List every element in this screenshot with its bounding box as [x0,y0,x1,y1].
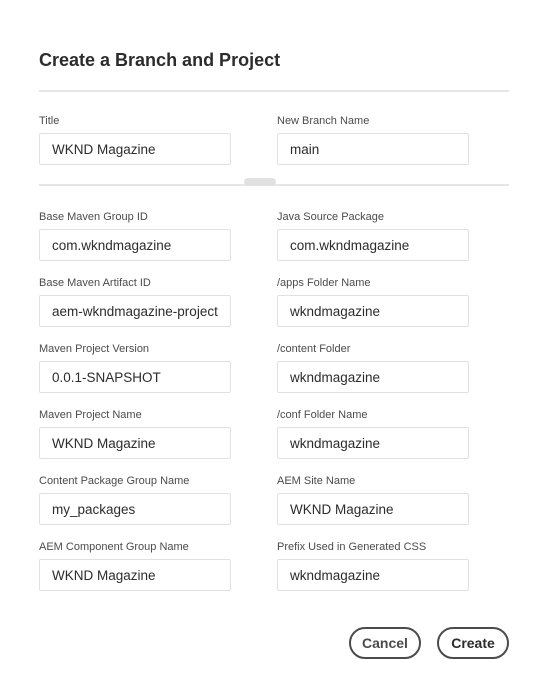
maven-project-name-input[interactable] [39,427,231,459]
new-branch-name-input[interactable] [277,133,469,165]
java-source-package-field: Java Source Package [277,210,469,261]
maven-project-version-field: Maven Project Version [39,342,231,393]
create-button[interactable]: Create [437,627,509,659]
java-source-package-label: Java Source Package [277,211,385,223]
maven-project-version-label: Maven Project Version [39,343,150,355]
title-field: Title [39,114,231,165]
aem-component-group-name-label: AEM Component Group Name [39,541,189,553]
css-prefix-label: Prefix Used in Generated CSS [277,541,427,553]
base-maven-artifact-id-input[interactable] [39,295,231,327]
new-branch-name-field: New Branch Name [277,114,469,165]
section-drag-handle[interactable] [244,178,276,186]
maven-project-name-label: Maven Project Name [39,409,142,421]
aem-component-group-name-input[interactable] [39,559,231,591]
aem-site-name-field: AEM Site Name [277,474,469,525]
cancel-button[interactable]: Cancel [349,627,421,659]
content-folder-field: /content Folder [277,342,469,393]
css-prefix-field: Prefix Used in Generated CSS [277,540,469,591]
maven-project-name-field: Maven Project Name [39,408,231,459]
apps-folder-name-field: /apps Folder Name [277,276,469,327]
conf-folder-name-label: /conf Folder Name [277,409,368,421]
base-maven-artifact-id-label: Base Maven Artifact ID [39,277,151,289]
java-source-package-input[interactable] [277,229,469,261]
maven-project-version-input[interactable] [39,361,231,393]
content-folder-input[interactable] [277,361,469,393]
base-maven-group-id-input[interactable] [39,229,231,261]
dialog-title: Create a Branch and Project [39,50,281,70]
title-divider [39,90,509,92]
conf-folder-name-input[interactable] [277,427,469,459]
aem-site-name-label: AEM Site Name [277,475,356,487]
content-folder-label: /content Folder [277,343,351,355]
new-branch-name-label: New Branch Name [277,115,370,127]
content-package-group-name-input[interactable] [39,493,231,525]
create-branch-project-dialog: Create a Branch and Project Title New Br… [0,0,548,697]
base-maven-group-id-label: Base Maven Group ID [39,211,148,223]
title-input[interactable] [39,133,231,165]
aem-site-name-input[interactable] [277,493,469,525]
base-maven-artifact-id-field: Base Maven Artifact ID [39,276,231,327]
title-label: Title [39,115,60,127]
apps-folder-name-label: /apps Folder Name [277,277,371,289]
content-package-group-name-field: Content Package Group Name [39,474,231,525]
base-maven-group-id-field: Base Maven Group ID [39,210,231,261]
aem-component-group-name-field: AEM Component Group Name [39,540,231,591]
conf-folder-name-field: /conf Folder Name [277,408,469,459]
apps-folder-name-input[interactable] [277,295,469,327]
content-package-group-name-label: Content Package Group Name [39,475,190,487]
css-prefix-input[interactable] [277,559,469,591]
